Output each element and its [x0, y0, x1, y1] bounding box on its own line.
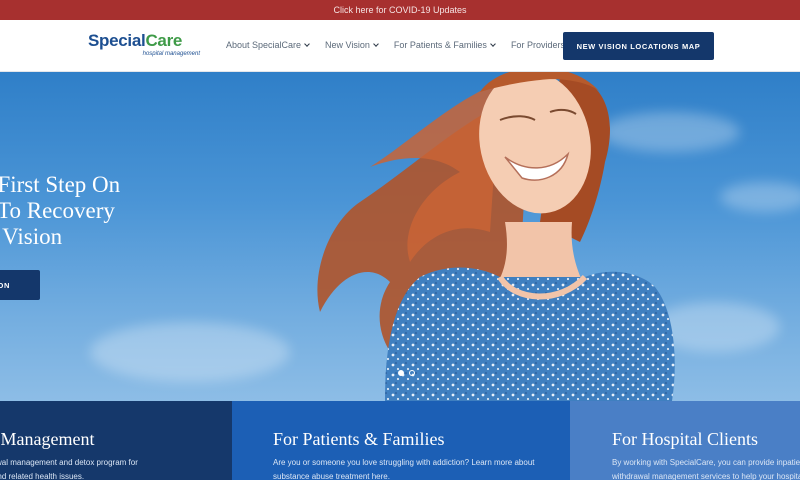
- nav-patients-families[interactable]: For Patients & Families: [393, 40, 496, 50]
- chevron-down-icon: [490, 41, 496, 47]
- chevron-down-icon: [373, 41, 379, 47]
- nav-about-specialcare[interactable]: About SpecialCare: [226, 40, 310, 50]
- card-description: Are you or someone you love struggling w…: [273, 456, 535, 480]
- main-nav: About SpecialCare New Vision For Patient…: [226, 40, 589, 50]
- card-title: awal Management: [0, 429, 95, 449]
- hero-headline-line: ad To Recovery: [0, 198, 115, 223]
- card-text-line: substance abuse treatment here.: [273, 472, 390, 480]
- nav-new-vision[interactable]: New Vision: [325, 40, 379, 50]
- nav-item-label: For Patients & Families: [393, 40, 487, 50]
- card-description: patient withdrawal management and detox …: [0, 456, 138, 480]
- card-withdrawal-management[interactable]: awal Management patient withdrawal manag…: [0, 401, 232, 480]
- card-text-line: By working with SpecialCare, you can pro…: [612, 458, 800, 467]
- cloud-decoration: [720, 182, 800, 212]
- hero-cta-button[interactable]: ON: [0, 270, 40, 300]
- card-patients-families[interactable]: For Patients & Families Are you or someo…: [232, 401, 570, 480]
- logo-text-special: Special: [88, 31, 146, 50]
- covid-update-banner[interactable]: Click here for COVID-19 Updates: [0, 0, 800, 20]
- hero-headline: he First Step On ad To Recovery ew Visio…: [0, 172, 120, 250]
- covid-update-link[interactable]: Click here for COVID-19 Updates: [333, 5, 466, 15]
- hero-headline-line: he First Step On: [0, 172, 121, 197]
- hero-slider: he First Step On ad To Recovery ew Visio…: [0, 72, 800, 401]
- slider-dot[interactable]: [398, 370, 404, 376]
- nav-item-label: About SpecialCare: [226, 40, 302, 50]
- specialcare-logo[interactable]: SpecialCare hospital management: [88, 32, 204, 62]
- logo-text-care: Care: [145, 31, 183, 50]
- logo-tagline: hospital management: [142, 51, 200, 57]
- card-description: By working with SpecialCare, you can pro…: [612, 456, 800, 480]
- card-text-line: patient withdrawal management and detox …: [0, 458, 138, 467]
- hero-headline-line: ew Vision: [0, 224, 63, 249]
- nav-item-label: For Providers: [510, 40, 565, 50]
- card-title: For Patients & Families: [273, 429, 445, 449]
- card-text-line: Are you or someone you love struggling w…: [273, 458, 535, 467]
- card-text-line: withdrawal management services to help y…: [612, 472, 800, 480]
- locations-map-button[interactable]: NEW VISION LOCATIONS MAP: [563, 32, 714, 60]
- card-title: For Hospital Clients: [612, 429, 759, 449]
- nav-item-label: New Vision: [325, 40, 370, 50]
- card-hospital-clients[interactable]: For Hospital Clients By working with Spe…: [570, 401, 800, 480]
- cloud-decoration: [90, 322, 290, 382]
- feature-cards: awal Management patient withdrawal manag…: [0, 401, 800, 480]
- slider-dots: [398, 370, 415, 376]
- chevron-down-icon: [304, 41, 310, 47]
- site-header: SpecialCare hospital management About Sp…: [0, 20, 800, 72]
- slider-dot[interactable]: [409, 370, 415, 376]
- hero-photo-woman: [317, 72, 675, 401]
- card-text-line: pioid, alcohol and related health issues…: [0, 472, 85, 480]
